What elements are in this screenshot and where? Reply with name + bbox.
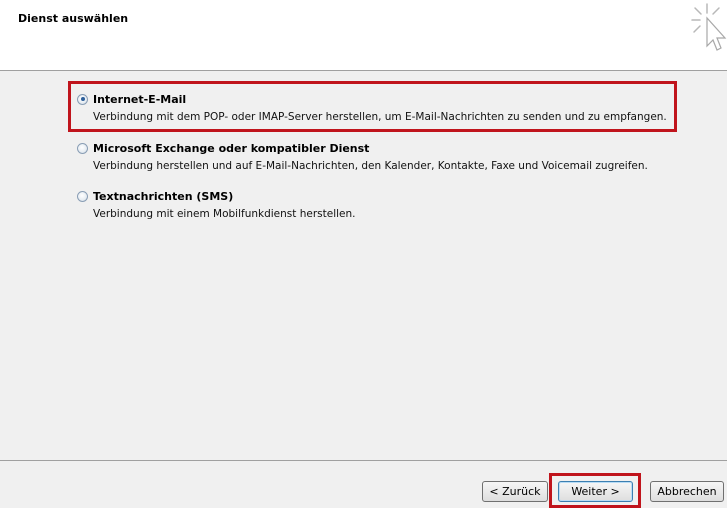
option-description: Verbindung mit einem Mobilfunkdienst her…: [93, 208, 356, 220]
back-button[interactable]: < Zurück: [482, 481, 548, 502]
page-title: Dienst auswählen: [18, 12, 129, 25]
wizard-header: Dienst auswählen: [0, 0, 727, 71]
option-exchange[interactable]: Microsoft Exchange oder kompatibler Dien…: [77, 140, 648, 172]
service-selection-panel: Internet-E-Mail Verbindung mit dem POP- …: [0, 71, 727, 460]
next-button-highlight: [549, 473, 641, 508]
internet-email-highlight: [68, 81, 677, 132]
wizard-footer: < Zurück Weiter > Abbrechen: [0, 460, 727, 508]
option-label[interactable]: Textnachrichten (SMS): [93, 190, 233, 203]
option-description: Verbindung herstellen und auf E-Mail-Nac…: [93, 160, 648, 172]
click-cursor-icon: [691, 3, 727, 51]
exchange-radio[interactable]: [77, 142, 88, 154]
cancel-button[interactable]: Abbrechen: [650, 481, 724, 502]
option-sms[interactable]: Textnachrichten (SMS) Verbindung mit ein…: [77, 188, 355, 220]
sms-radio[interactable]: [77, 190, 88, 202]
option-label[interactable]: Microsoft Exchange oder kompatibler Dien…: [93, 142, 369, 155]
